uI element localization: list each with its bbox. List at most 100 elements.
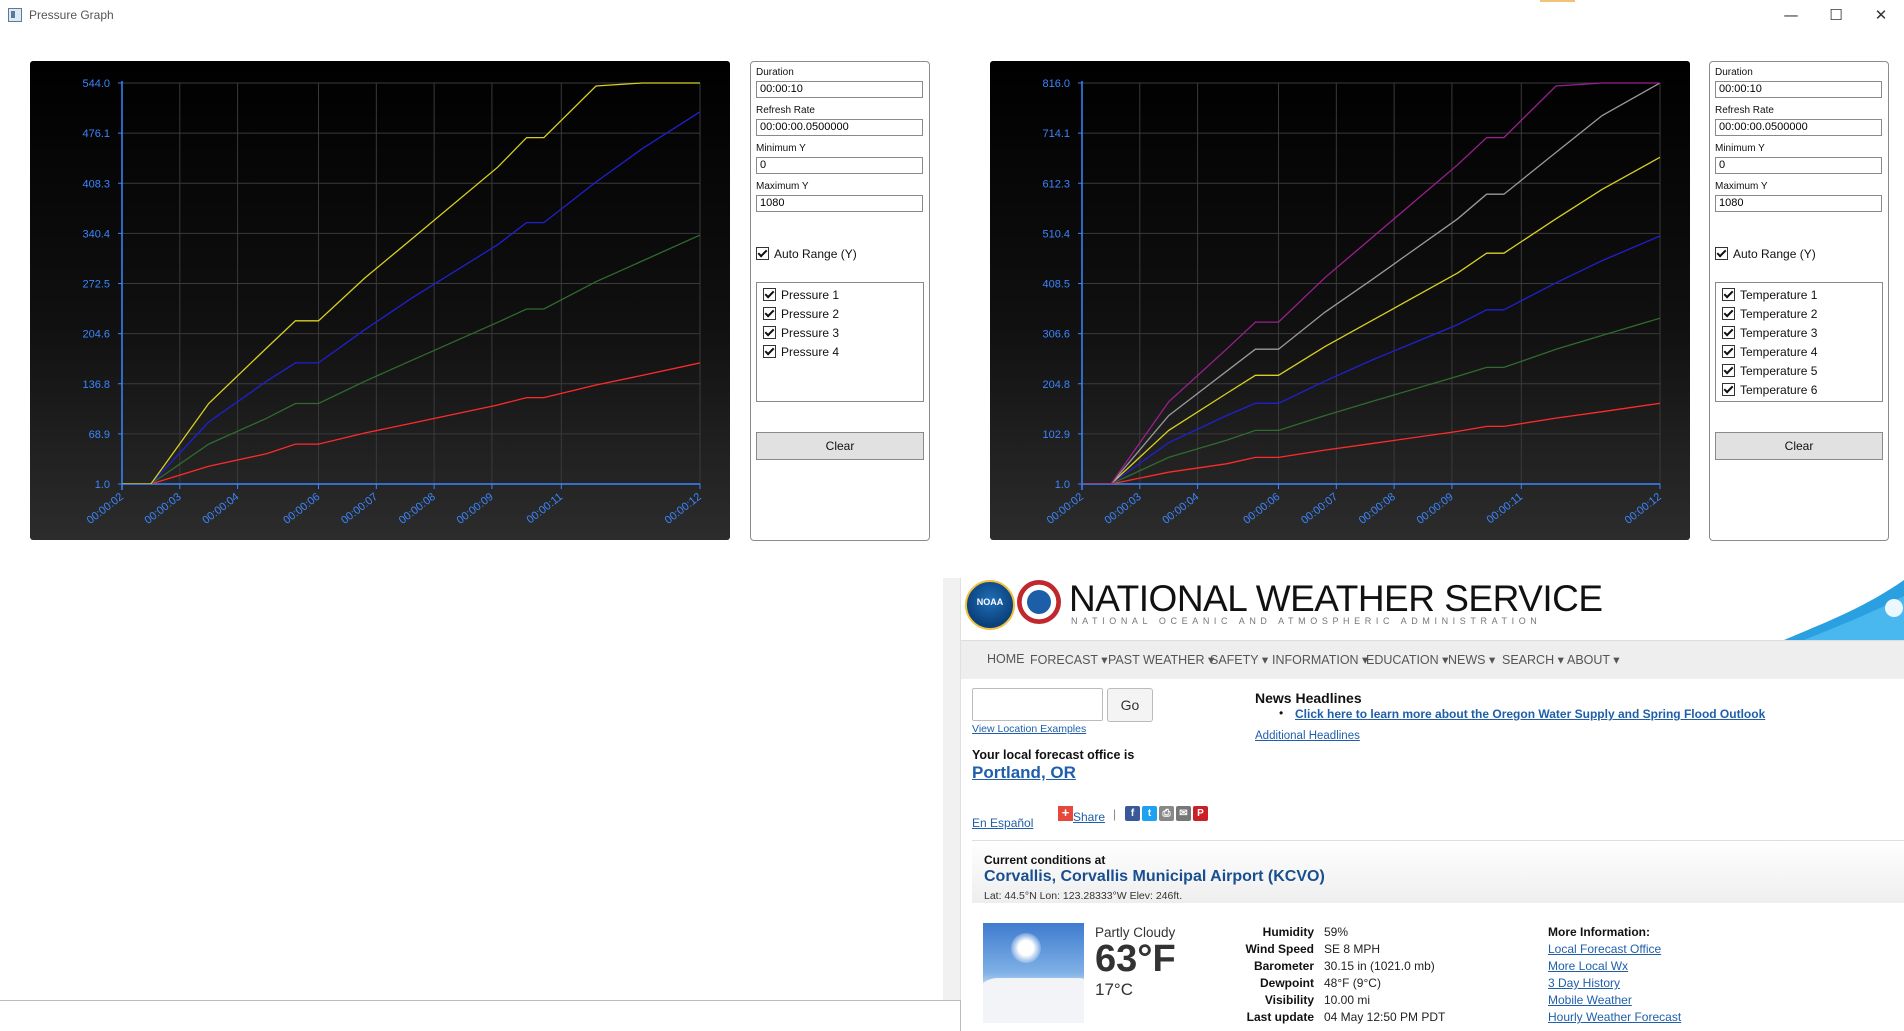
duration-input[interactable]: 00:00:10 <box>756 81 923 98</box>
detail-key: Last update <box>1246 1010 1314 1024</box>
additional-headlines-link[interactable]: Additional Headlines <box>1255 730 1360 742</box>
share-link[interactable]: Share <box>1073 810 1105 824</box>
checkbox-checked-icon <box>1722 288 1735 301</box>
nav-item-home[interactable]: HOME <box>987 652 1025 666</box>
news-headline-link[interactable]: Click here to learn more about the Orego… <box>1295 707 1765 721</box>
current-conditions: Current conditions at Corvallis, Corvall… <box>972 840 1904 1030</box>
nav-item-search[interactable]: SEARCH ▾ <box>1502 652 1564 667</box>
nav-item-about[interactable]: ABOUT ▾ <box>1567 652 1620 667</box>
more-info-link[interactable]: 3 Day History <box>1548 976 1620 990</box>
x-tick-label: 00:00:04 <box>1160 491 1201 527</box>
local-office-link[interactable]: Portland, OR <box>972 763 1076 783</box>
auto-range-checkbox[interactable]: Auto Range (Y) <box>1715 247 1816 261</box>
series-checkbox-3[interactable]: Temperature 3 <box>1722 326 1817 340</box>
more-info-link[interactable]: Mobile Weather <box>1548 993 1632 1007</box>
refresh-input[interactable]: 00:00:00.0500000 <box>756 119 923 136</box>
checkbox-checked-icon <box>1722 307 1735 320</box>
detail-value: 10.00 mi <box>1324 993 1371 1007</box>
series-label: Pressure 1 <box>781 288 840 302</box>
detail-key: Dewpoint <box>1260 976 1314 990</box>
refresh-input[interactable]: 00:00:00.0500000 <box>1715 119 1882 136</box>
y-tick-label: 816.0 <box>1042 78 1070 90</box>
series-checkbox-2[interactable]: Temperature 2 <box>1722 307 1817 321</box>
weather-condition-image <box>983 923 1084 1023</box>
x-tick-label: 00:00:09 <box>455 491 496 527</box>
facebook-icon[interactable]: f <box>1125 806 1140 821</box>
espanol-link[interactable]: En Español <box>972 816 1033 830</box>
series-checkbox-6[interactable]: Temperature 6 <box>1722 383 1817 397</box>
more-info-link[interactable]: Local Forecast Office <box>1548 942 1661 956</box>
miny-label: Minimum Y <box>756 143 806 154</box>
close-button[interactable]: ✕ <box>1858 2 1904 28</box>
local-office-label: Your local forecast office is <box>972 748 1135 762</box>
nav-item-education[interactable]: EDUCATION ▾ <box>1366 652 1448 667</box>
cloud-icon <box>983 978 1084 1023</box>
series-label: Pressure 2 <box>781 307 840 321</box>
conditions-header: Current conditions at Corvallis, Corvall… <box>972 841 1904 903</box>
more-info-link[interactable]: Hourly Weather Forecast <box>1548 1010 1681 1024</box>
x-tick-label: 00:00:09 <box>1415 491 1456 527</box>
bottom-panel <box>0 1000 961 1031</box>
detail-value: 48°F (9°C) <box>1324 976 1381 990</box>
go-button[interactable]: Go <box>1107 688 1153 722</box>
y-tick-label: 408.3 <box>82 178 110 190</box>
nav-item-news[interactable]: NEWS ▾ <box>1448 652 1495 667</box>
series-checkbox-4[interactable]: Pressure 4 <box>763 345 839 359</box>
series-label: Temperature 1 <box>1740 288 1818 302</box>
temperature-chart: 816.0 714.1 612.3 510.4 408.5 306.6 204.8 102.9… <box>990 61 1690 540</box>
clear-button[interactable]: Clear <box>756 432 924 460</box>
x-tick-label: 00:00:07 <box>339 491 380 527</box>
x-tick-label: 00:00:06 <box>1241 491 1282 527</box>
detail-key: Wind Speed <box>1245 942 1314 956</box>
maxy-input[interactable]: 1080 <box>1715 195 1882 212</box>
series-checkbox-1[interactable]: Temperature 1 <box>1722 288 1817 302</box>
series-checkbox-2[interactable]: Pressure 2 <box>763 307 839 321</box>
checkbox-checked-icon <box>1715 247 1728 260</box>
x-tick-label: 00:00:11 <box>525 491 565 526</box>
series-line-3 <box>1082 235 1660 484</box>
print-icon[interactable]: ⎙ <box>1159 806 1174 821</box>
location-search-input[interactable] <box>972 688 1103 721</box>
nws-logo[interactable] <box>1017 580 1061 624</box>
nws-title: NATIONAL WEATHER SERVICE <box>1069 578 1603 619</box>
checkbox-checked-icon <box>1722 383 1735 396</box>
browser-scrollbar[interactable] <box>943 578 961 1030</box>
minimize-button[interactable]: — <box>1768 2 1814 28</box>
duration-input[interactable]: 00:00:10 <box>1715 81 1882 98</box>
clear-button[interactable]: Clear <box>1715 432 1883 460</box>
email-icon[interactable]: ✉ <box>1176 806 1191 821</box>
y-tick-label: 544.0 <box>82 78 110 90</box>
series-checkbox-1[interactable]: Pressure 1 <box>763 288 839 302</box>
y-tick-label: 102.9 <box>1042 429 1070 441</box>
miny-input[interactable]: 0 <box>756 157 923 174</box>
nav-item-safety[interactable]: SAFETY ▾ <box>1210 652 1268 667</box>
share-plus-icon[interactable]: + <box>1058 806 1073 821</box>
maxy-input[interactable]: 1080 <box>756 195 923 212</box>
titlebar-accent <box>1540 0 1575 2</box>
checkbox-checked-icon <box>756 247 769 260</box>
series-label: Pressure 4 <box>781 345 840 359</box>
more-info-link[interactable]: More Local Wx <box>1548 959 1628 973</box>
x-tick-label: 00:00:06 <box>281 491 322 527</box>
nav-item-information[interactable]: INFORMATION ▾ <box>1272 652 1368 667</box>
noaa-logo[interactable]: NOAA <box>965 580 1015 630</box>
detail-value: 30.15 in (1021.0 mb) <box>1324 959 1435 973</box>
pressure-settings-panel: Duration 00:00:10 Refresh Rate 00:00:00.050… <box>750 61 930 541</box>
station-latlon: Lat: 44.5°N Lon: 123.28333°W Elev: 246ft… <box>984 890 1183 902</box>
maximize-button[interactable]: ☐ <box>1813 2 1859 28</box>
auto-range-checkbox[interactable]: Auto Range (Y) <box>756 247 857 261</box>
series-line-1 <box>122 362 700 484</box>
more-information-label: More Information: <box>1548 925 1650 939</box>
nws-subtitle: NATIONAL OCEANIC AND ATMOSPHERIC ADMINIS… <box>1071 616 1542 626</box>
series-checkbox-5[interactable]: Temperature 5 <box>1722 364 1817 378</box>
series-checkbox-3[interactable]: Pressure 3 <box>763 326 839 340</box>
checkbox-checked-icon <box>763 326 776 339</box>
detail-value: SE 8 MPH <box>1324 942 1381 956</box>
twitter-icon[interactable]: t <box>1142 806 1157 821</box>
miny-input[interactable]: 0 <box>1715 157 1882 174</box>
series-checkbox-4[interactable]: Temperature 4 <box>1722 345 1817 359</box>
nav-item-past-weather[interactable]: PAST WEATHER ▾ <box>1108 652 1214 667</box>
nav-item-forecast[interactable]: FORECAST ▾ <box>1030 652 1108 667</box>
view-location-examples-link[interactable]: View Location Examples <box>972 723 1086 735</box>
pinterest-icon[interactable]: P <box>1193 806 1208 821</box>
